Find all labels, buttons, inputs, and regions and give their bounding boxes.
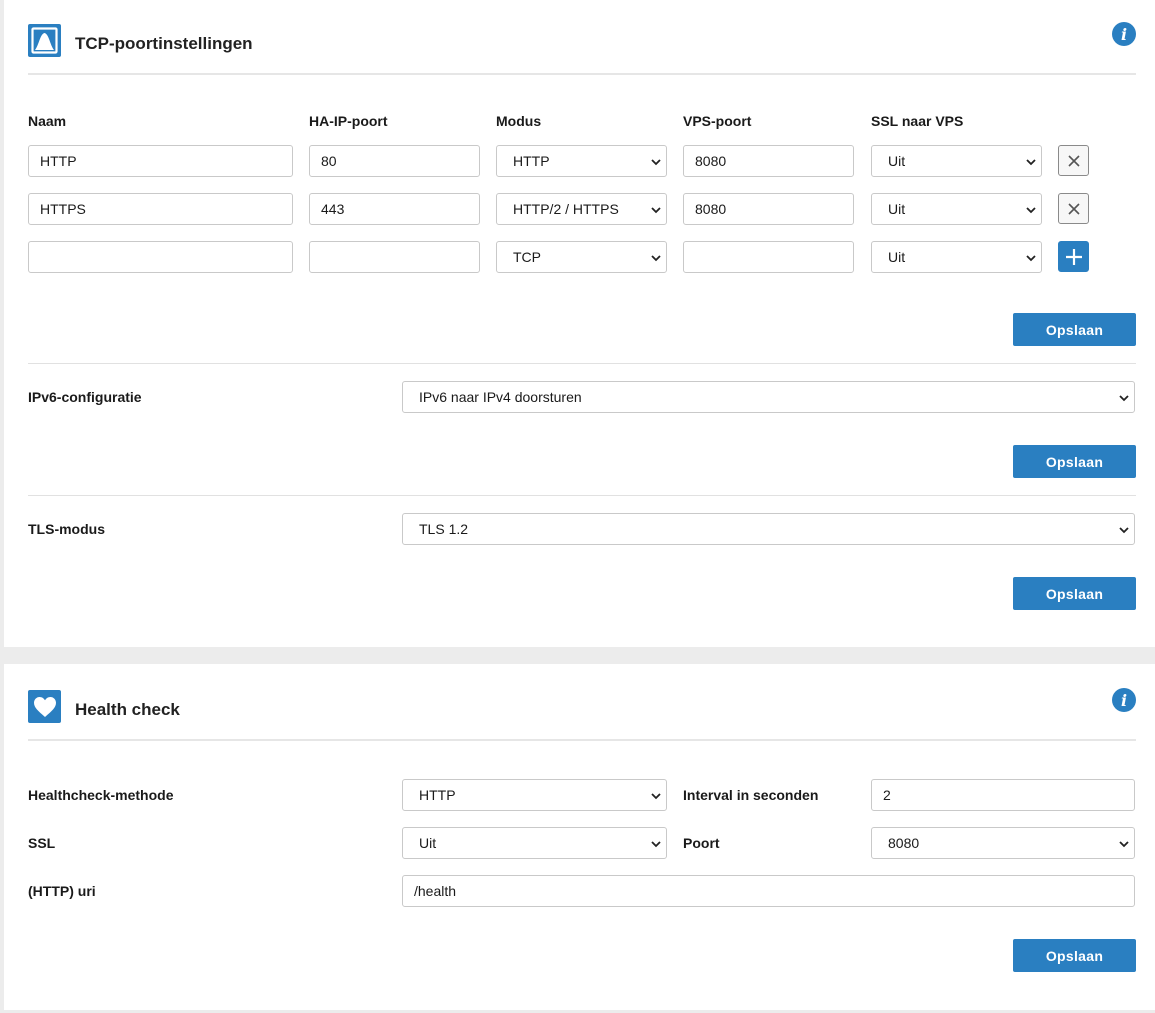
save-ipv6-button[interactable]: Opslaan	[1013, 445, 1136, 478]
chevron-down-icon	[1026, 207, 1036, 214]
new-mode-select-value: TCP	[513, 249, 541, 265]
healthcheck-method-select[interactable]: HTTP	[402, 779, 667, 811]
health-section-title: Health check	[75, 700, 180, 719]
port-name-input[interactable]	[28, 145, 293, 177]
add-row-button[interactable]	[1058, 241, 1089, 272]
interval-label: Interval in seconden	[683, 787, 819, 803]
title-divider	[28, 73, 1136, 75]
tls-select[interactable]: TLS 1.2	[402, 513, 1135, 545]
ipv6-label: IPv6-configuratie	[28, 389, 142, 405]
column-header-vps-port: VPS-poort	[683, 113, 752, 129]
chevron-down-icon	[651, 793, 661, 800]
column-header-ssl: SSL naar VPS	[871, 113, 964, 129]
port-label: Poort	[683, 835, 720, 851]
chevron-down-icon	[1119, 395, 1129, 402]
chevron-down-icon	[651, 255, 661, 262]
ha-ip-port-input[interactable]	[309, 145, 480, 177]
column-header-name: Naam	[28, 113, 67, 129]
new-vps-port-input[interactable]	[683, 241, 854, 273]
tcp-settings-card: TCP-poortinstellingen i Naam HA-IP-poort…	[4, 0, 1155, 647]
health-check-card: Health check i Healthcheck-methode HTTP …	[4, 664, 1155, 1010]
uri-input[interactable]	[402, 875, 1135, 907]
heart-icon	[28, 690, 61, 723]
section-divider	[28, 495, 1136, 496]
ssl-select-value: Uit	[888, 153, 906, 169]
interval-input[interactable]	[871, 779, 1135, 811]
section-divider	[28, 363, 1136, 364]
healthcheck-ssl-select[interactable]: Uit	[402, 827, 667, 859]
tcp-section-title: TCP-poortinstellingen	[75, 34, 253, 53]
info-icon[interactable]: i	[1112, 688, 1136, 712]
save-tls-button[interactable]: Opslaan	[1013, 577, 1136, 610]
vps-port-input[interactable]	[683, 145, 854, 177]
mode-select[interactable]: HTTP/2 / HTTPS	[496, 193, 667, 225]
remove-row-button[interactable]	[1058, 193, 1089, 224]
healthcheck-method-value: HTTP	[419, 787, 456, 803]
mode-select-value: HTTP/2 / HTTPS	[513, 201, 619, 217]
column-header-ha-ip-port: HA-IP-poort	[309, 113, 388, 129]
chevron-down-icon	[651, 207, 661, 214]
close-icon	[1067, 154, 1080, 167]
mode-select-value: HTTP	[513, 153, 550, 169]
chevron-down-icon	[1119, 841, 1129, 848]
healthcheck-ssl-label: SSL	[28, 835, 56, 851]
chevron-down-icon	[1119, 527, 1129, 534]
plus-icon	[1065, 248, 1082, 265]
healthcheck-ssl-value: Uit	[419, 835, 437, 851]
ipv6-select-value: IPv6 naar IPv4 doorsturen	[419, 389, 582, 405]
new-ssl-select-value: Uit	[888, 249, 906, 265]
port-name-input[interactable]	[28, 193, 293, 225]
close-icon	[1067, 202, 1080, 215]
healthcheck-method-label: Healthcheck-methode	[28, 787, 174, 803]
title-divider	[28, 739, 1136, 741]
new-mode-select[interactable]: TCP	[496, 241, 667, 273]
ssl-select-value: Uit	[888, 201, 906, 217]
tls-label: TLS-modus	[28, 521, 105, 537]
healthcheck-port-value: 8080	[888, 835, 920, 851]
save-ports-button[interactable]: Opslaan	[1013, 313, 1136, 346]
chevron-down-icon	[1026, 255, 1036, 262]
column-header-mode: Modus	[496, 113, 542, 129]
healthcheck-port-select[interactable]: 8080	[871, 827, 1135, 859]
ha-ip-port-input[interactable]	[309, 193, 480, 225]
chevron-down-icon	[651, 841, 661, 848]
mode-select[interactable]: HTTP	[496, 145, 667, 177]
info-icon[interactable]: i	[1112, 22, 1136, 46]
ssl-select[interactable]: Uit	[871, 145, 1042, 177]
ipv6-select[interactable]: IPv6 naar IPv4 doorsturen	[402, 381, 1135, 413]
vps-port-input[interactable]	[683, 193, 854, 225]
ssl-select[interactable]: Uit	[871, 193, 1042, 225]
chevron-down-icon	[1026, 159, 1036, 166]
remove-row-button[interactable]	[1058, 145, 1089, 176]
tls-select-value: TLS 1.2	[419, 521, 469, 537]
new-ha-ip-port-input[interactable]	[309, 241, 480, 273]
new-port-name-input[interactable]	[28, 241, 293, 273]
mountain-icon	[28, 24, 61, 57]
chevron-down-icon	[651, 159, 661, 166]
new-ssl-select[interactable]: Uit	[871, 241, 1042, 273]
uri-label: (HTTP) uri	[28, 883, 96, 899]
save-healthcheck-button[interactable]: Opslaan	[1013, 939, 1136, 972]
